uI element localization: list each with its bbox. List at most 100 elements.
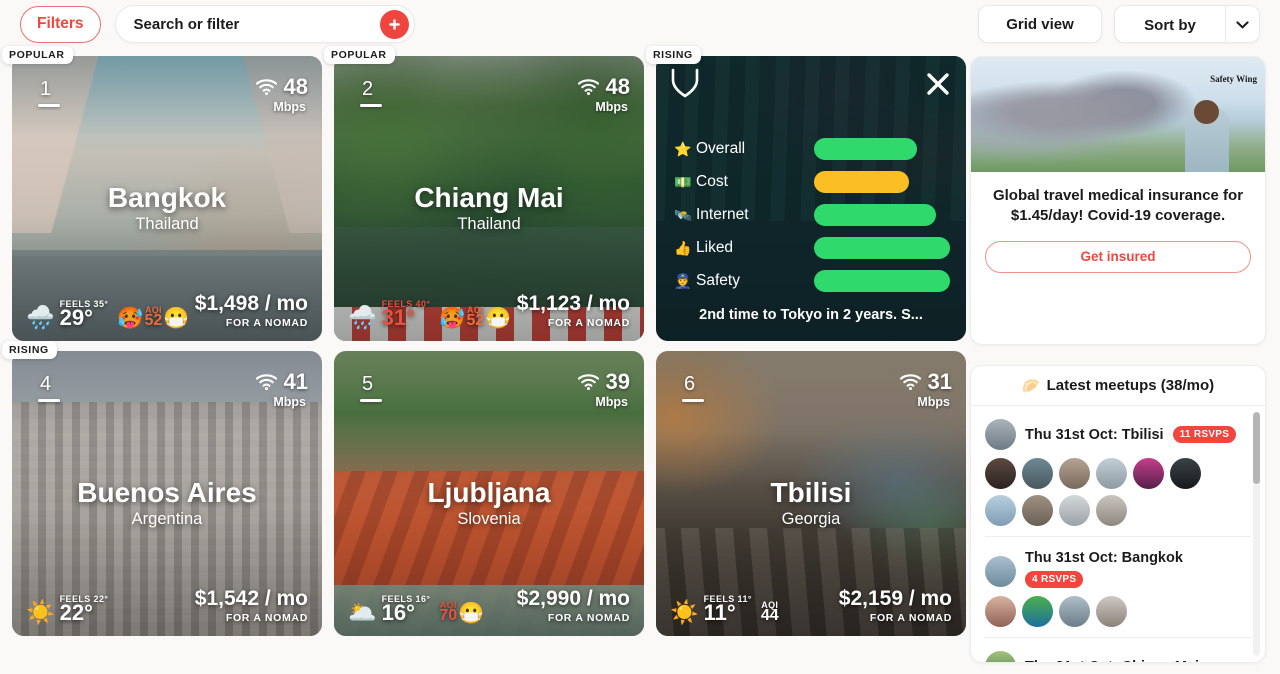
close-button[interactable] bbox=[926, 72, 950, 101]
meetup-item[interactable]: Thu 31st Oct: Bangkok 4 RSVPS bbox=[985, 537, 1251, 638]
card-badge: RISING bbox=[646, 46, 701, 64]
rating-row: 💵 Cost bbox=[674, 169, 950, 195]
wifi-icon bbox=[255, 374, 277, 390]
avatar[interactable] bbox=[1059, 596, 1090, 627]
card-stats: ☀️ FEELS 11° 11° AQI 44 $2,159 / mo FOR bbox=[670, 588, 952, 624]
insurance-ad-card[interactable]: Safety Wing Global travel medical insura… bbox=[970, 56, 1266, 345]
avatar[interactable] bbox=[1170, 458, 1201, 489]
city-card-tokyo[interactable]: RISING ⭐ Overall 💵 Cost 🛰️ Internet 👍 Li… bbox=[646, 46, 966, 341]
wifi-speed-value: 48 bbox=[605, 74, 630, 99]
avatar[interactable] bbox=[985, 495, 1016, 526]
meetup-item[interactable]: Thu 31st Oct: Chiang Mai bbox=[985, 638, 1251, 662]
country-name: Argentina bbox=[131, 510, 203, 529]
avatar[interactable] bbox=[1059, 495, 1090, 526]
rsvp-badge: 4 RSVPS bbox=[1025, 571, 1084, 588]
get-insured-button[interactable]: Get insured bbox=[985, 240, 1251, 273]
rating-bar-fill bbox=[814, 138, 918, 160]
filters-button[interactable]: Filters bbox=[20, 5, 101, 43]
hot-face-icon: 🥵 bbox=[439, 307, 466, 330]
weather-icon: 🌥️ bbox=[348, 599, 377, 625]
attendee-avatars bbox=[985, 596, 1237, 627]
rating-bar-fill bbox=[814, 270, 950, 292]
aqi-value: 44 bbox=[760, 607, 779, 624]
grid-view-button[interactable]: Grid view bbox=[978, 5, 1102, 43]
card-rank: 1 bbox=[40, 78, 52, 100]
avatar[interactable] bbox=[1096, 596, 1127, 627]
mask-face-icon: 😷 bbox=[485, 307, 512, 330]
card-rank: 2 bbox=[362, 78, 374, 100]
search-bar[interactable] bbox=[114, 5, 415, 43]
meetups-list[interactable]: Thu 31st Oct: Tbilisi 11 RSVPS Thu 31st … bbox=[971, 406, 1265, 662]
avatar[interactable] bbox=[1022, 596, 1053, 627]
avatar[interactable] bbox=[985, 596, 1016, 627]
city-name-block: Chiang Mai Thailand bbox=[334, 182, 644, 234]
rating-label: Safety bbox=[696, 272, 740, 289]
city-card-tbilisi[interactable]: 6 31 Mbps Tbilisi Georgia ☀️ FEELS 11° 1… bbox=[656, 351, 966, 636]
rank-underline bbox=[682, 399, 704, 402]
meetups-scroll-thumb[interactable] bbox=[1253, 412, 1260, 484]
toolbar-right: Grid view Sort by bbox=[978, 5, 1260, 44]
price-value: $1,542 / mo bbox=[194, 587, 308, 610]
avatar[interactable] bbox=[1133, 458, 1164, 489]
rsvp-badge: 11 RSVPS bbox=[1172, 426, 1237, 443]
rating-bar-fill bbox=[814, 171, 910, 193]
card-rank: 4 bbox=[40, 373, 52, 395]
sort-dropdown-toggle[interactable] bbox=[1225, 6, 1259, 44]
temperature-value: 11° bbox=[703, 600, 736, 625]
police-officer-icon: 👮 bbox=[674, 273, 692, 289]
card-badge: POPULAR bbox=[2, 46, 73, 64]
favorite-button[interactable] bbox=[670, 68, 700, 105]
city-card-ljubljana[interactable]: 5 39 Mbps Ljubljana Slovenia 🌥️ FEELS 16… bbox=[334, 351, 644, 636]
rating-row: 🛰️ Internet bbox=[674, 202, 950, 228]
city-card-grid: POPULAR 1 48 Mbps Bangkok Thailand 🌧️ FE… bbox=[2, 46, 966, 636]
country-name: Thailand bbox=[457, 215, 521, 234]
price-subtitle: FOR A NOMAD bbox=[225, 317, 308, 329]
rating-label: Internet bbox=[696, 206, 749, 223]
city-review-quote: 2nd time to Tokyo in 2 years. S... bbox=[699, 307, 923, 323]
satellite-icon: 🛰️ bbox=[674, 207, 692, 223]
price-subtitle: FOR A NOMAD bbox=[869, 612, 952, 624]
avatar[interactable] bbox=[1059, 458, 1090, 489]
city-name: Tbilisi bbox=[770, 477, 852, 508]
rank-underline bbox=[38, 104, 60, 107]
city-card-chiang-mai[interactable]: POPULAR 2 48 Mbps Chiang Mai Thailand 🌧️… bbox=[324, 46, 644, 341]
wifi-speed-value: 39 bbox=[605, 369, 630, 394]
avatar[interactable] bbox=[1022, 495, 1053, 526]
wifi-icon bbox=[899, 374, 921, 390]
city-card-bangkok[interactable]: POPULAR 1 48 Mbps Bangkok Thailand 🌧️ FE… bbox=[2, 46, 322, 341]
rating-bar-track bbox=[814, 270, 950, 292]
heart-icon bbox=[671, 68, 699, 98]
city-name-block: Buenos Aires Argentina bbox=[12, 477, 322, 529]
city-name-block: Bangkok Thailand bbox=[12, 182, 322, 234]
meetups-scrollbar[interactable] bbox=[1253, 412, 1260, 656]
avatar[interactable] bbox=[1096, 495, 1127, 526]
city-name-block: Tbilisi Georgia bbox=[656, 477, 966, 529]
wifi-speed-unit: Mbps bbox=[595, 100, 628, 114]
avatar[interactable] bbox=[1022, 458, 1053, 489]
sort-by-button[interactable]: Sort by bbox=[1115, 6, 1225, 44]
grid-view-label: Grid view bbox=[1006, 15, 1074, 33]
city-ratings-list: ⭐ Overall 💵 Cost 🛰️ Internet 👍 Liked 👮 S… bbox=[674, 136, 950, 301]
wifi-speed-unit: Mbps bbox=[595, 395, 628, 409]
latest-meetups-panel: 🥟 Latest meetups (38/mo) Thu 31st Oct: T… bbox=[970, 365, 1266, 663]
mask-face-icon: 😷 bbox=[458, 602, 485, 625]
city-name: Bangkok bbox=[107, 182, 227, 213]
search-input[interactable] bbox=[115, 6, 356, 42]
thumbs-up-icon: 👍 bbox=[674, 240, 692, 256]
weather-icon: ☀️ bbox=[26, 599, 55, 625]
city-card-buenos-aires[interactable]: RISING 4 41 Mbps Buenos Aires Argentina bbox=[2, 341, 322, 636]
add-filter-button[interactable] bbox=[379, 10, 409, 39]
safetywing-logo: Safety Wing bbox=[1210, 74, 1257, 84]
country-name: Georgia bbox=[781, 510, 841, 529]
rating-row: 👍 Liked bbox=[674, 235, 950, 261]
avatar[interactable] bbox=[985, 458, 1016, 489]
meetup-item[interactable]: Thu 31st Oct: Tbilisi 11 RSVPS bbox=[985, 406, 1251, 537]
temperature-value: 31° bbox=[381, 305, 415, 330]
card-stats: 🌧️ FEELS 40° 31° 🥵 AQI 52 😷 $1,123 / mo … bbox=[348, 293, 630, 329]
wifi-speed-unit: Mbps bbox=[273, 100, 306, 114]
avatar[interactable] bbox=[1096, 458, 1127, 489]
rank-underline bbox=[38, 399, 60, 402]
price-value: $1,123 / mo bbox=[516, 292, 630, 315]
card-rank: 5 bbox=[362, 373, 374, 395]
card-stats: 🌥️ FEELS 16° 16° AQI 70 😷 $2,990 / mo FO… bbox=[348, 588, 630, 624]
